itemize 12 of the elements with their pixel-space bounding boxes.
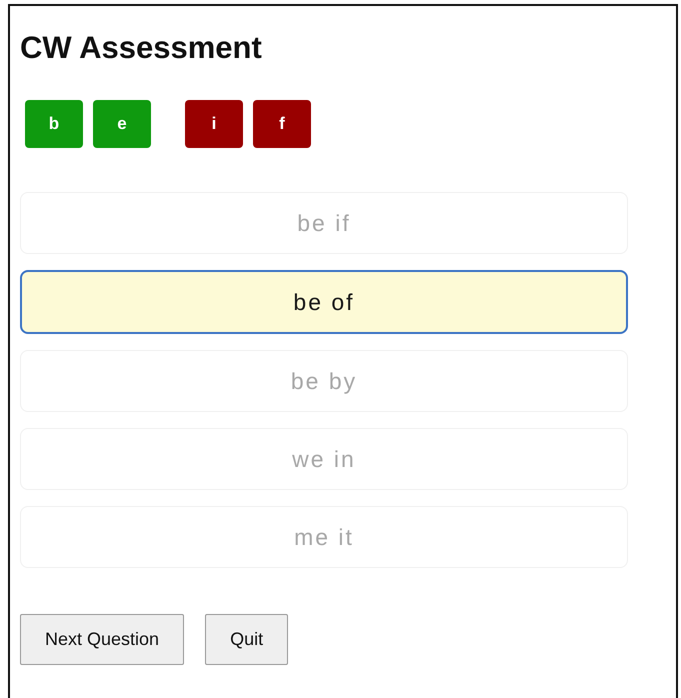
answer-option[interactable]: be by (20, 350, 628, 412)
quit-button[interactable]: Quit (205, 614, 288, 665)
answer-option[interactable]: be of (20, 270, 628, 334)
letter-tile: e (93, 100, 151, 148)
answer-option[interactable]: me it (20, 506, 628, 568)
letter-tile: f (253, 100, 311, 148)
page-title: CW Assessment (20, 29, 263, 67)
next-question-button[interactable]: Next Question (20, 614, 184, 665)
answer-option[interactable]: we in (20, 428, 628, 490)
answer-option[interactable]: be if (20, 192, 628, 254)
letter-tile: b (25, 100, 83, 148)
letter-tile: i (185, 100, 243, 148)
